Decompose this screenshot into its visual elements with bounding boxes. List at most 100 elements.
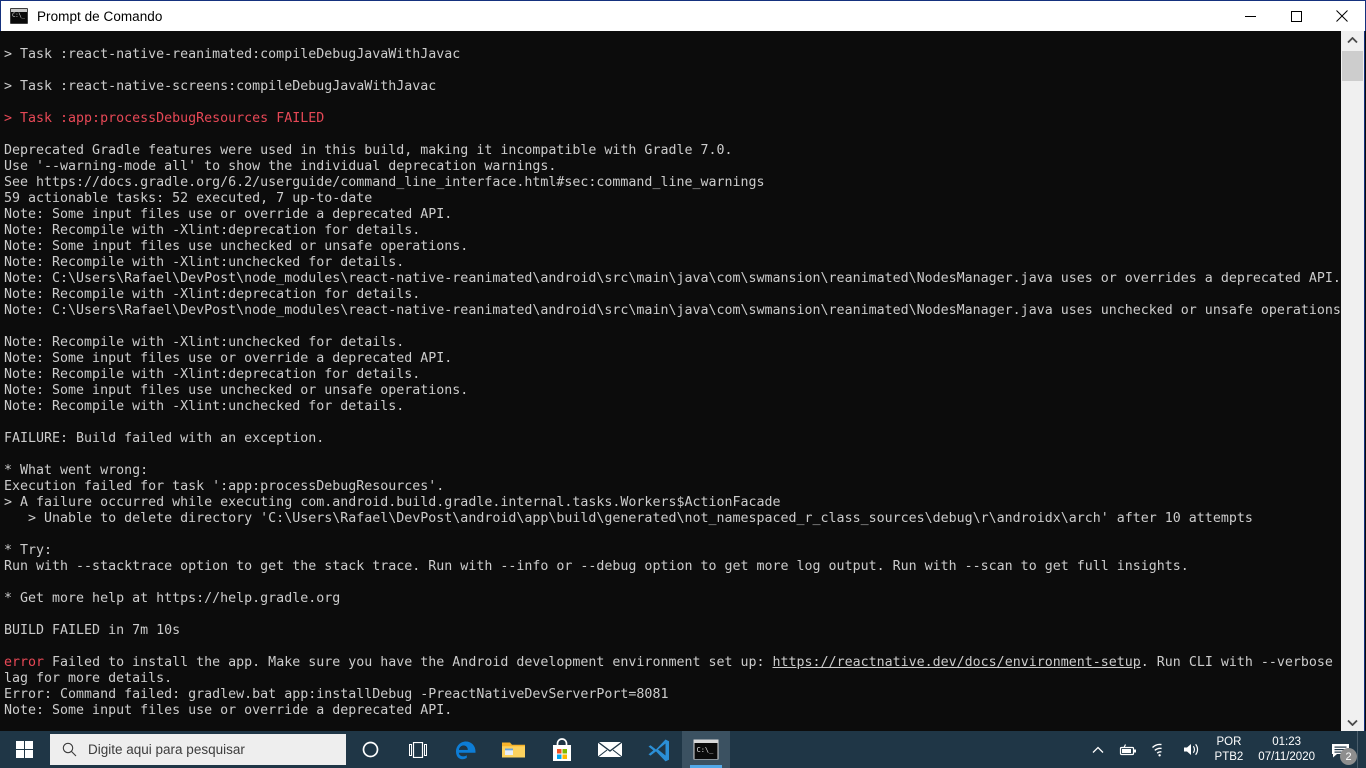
console-line: Note: Recompile with -Xlint:deprecation …	[4, 367, 421, 382]
console-line: > Task :react-native-screens:compileDebu…	[4, 79, 437, 94]
clock-time: 01:23	[1272, 735, 1302, 748]
console-line: Note: Recompile with -Xlint:unchecked fo…	[4, 255, 405, 270]
console-line: Execution failed for task ':app:processD…	[4, 479, 445, 494]
notification-count-badge: 2	[1340, 748, 1357, 765]
console-line: * Get more help at https://help.gradle.o…	[4, 591, 341, 606]
console-line: Note: Some input files use or override a…	[4, 703, 453, 718]
console-text: . Run CLI with --verbose f	[1140, 655, 1341, 670]
edge-icon	[456, 741, 476, 759]
task-view-button[interactable]	[394, 731, 442, 768]
console-line: Note: Recompile with -Xlint:unchecked fo…	[4, 335, 405, 350]
taskbar: Digite aqui para pesquisar C:\_ POR PTB2…	[0, 731, 1366, 768]
console-line: Note: Some input files use or override a…	[4, 207, 453, 222]
network-button[interactable]	[1144, 731, 1176, 768]
console-scrollbar[interactable]	[1341, 31, 1365, 731]
search-icon	[62, 742, 77, 757]
console-line: Error: Command failed: gradlew.bat app:i…	[4, 687, 669, 702]
scroll-down-arrow-icon	[1347, 719, 1358, 726]
show-hidden-icons-button[interactable]	[1085, 731, 1111, 768]
file-explorer-button[interactable]	[490, 731, 538, 768]
folder-icon	[502, 742, 525, 758]
search-placeholder: Digite aqui para pesquisar	[88, 742, 245, 757]
desktop-screen: C:\_ Prompt de Comando > Task :react-nat…	[0, 0, 1366, 768]
scroll-up-button[interactable]	[1341, 31, 1364, 49]
command-prompt-button[interactable]: C:\_	[682, 731, 730, 768]
console-line: BUILD FAILED in 7m 10s	[4, 623, 181, 638]
console-lines: > Task :react-native-reanimated:compileD…	[4, 31, 1341, 719]
mail-icon	[597, 741, 623, 758]
console-output-area[interactable]: > Task :react-native-reanimated:compileD…	[1, 31, 1341, 731]
console-icon: C:\_	[10, 8, 28, 24]
console-text: error	[4, 655, 45, 670]
console-line: * What went wrong:	[4, 463, 149, 478]
console-line: Note: Recompile with -Xlint:deprecation …	[4, 287, 421, 302]
volume-button[interactable]	[1176, 731, 1208, 768]
console-text: > Task :app:processDebugResources	[4, 111, 277, 126]
language-line-1: POR	[1216, 735, 1242, 748]
scroll-up-arrow-icon	[1347, 36, 1358, 43]
console-line: error Failed to install the app. Make su…	[4, 655, 1341, 671]
search-input[interactable]: Digite aqui para pesquisar	[50, 734, 346, 765]
console-text: FAILED	[276, 111, 325, 126]
console-line: * Try:	[4, 543, 53, 558]
battery-button[interactable]	[1111, 731, 1144, 768]
store-icon	[553, 737, 571, 761]
minimize-button[interactable]	[1227, 1, 1273, 31]
console-line: > A failure occurred while executing com…	[4, 495, 781, 510]
wifi-icon	[1151, 743, 1162, 756]
console-line: 59 actionable tasks: 52 executed, 7 up-t…	[4, 191, 373, 206]
console-line: Run with --stacktrace option to get the …	[4, 559, 1189, 574]
clock[interactable]: 01:23 07/11/2020	[1250, 731, 1323, 768]
scrollbar-thumb[interactable]	[1342, 51, 1363, 81]
show-desktop-button[interactable]	[1357, 731, 1366, 768]
clock-date: 07/11/2020	[1258, 750, 1315, 763]
vscode-icon	[648, 739, 669, 762]
console-line: > Task :app:processDebugResources FAILED	[4, 111, 1341, 127]
console-line: Use '--warning-mode all' to show the ind…	[4, 159, 557, 174]
cortana-button[interactable]	[346, 731, 394, 768]
vscode-button[interactable]	[634, 731, 682, 768]
scroll-down-button[interactable]	[1341, 713, 1364, 731]
circle-icon	[362, 741, 378, 758]
window-title-bar[interactable]: C:\_ Prompt de Comando	[0, 0, 1366, 31]
console-line: Note: Recompile with -Xlint:unchecked fo…	[4, 399, 405, 414]
close-button[interactable]	[1319, 1, 1365, 31]
console-line: Note: C:\Users\Rafael\DevPost\node_modul…	[4, 271, 1341, 286]
console-icon: C:\_	[693, 739, 719, 760]
minimize-icon	[1244, 15, 1256, 17]
microsoft-store-button[interactable]	[538, 731, 586, 768]
console-line: See https://docs.gradle.org/6.2/userguid…	[4, 175, 765, 190]
console-line: Deprecated Gradle features were used in …	[4, 143, 733, 158]
language-indicator[interactable]: POR PTB2	[1208, 731, 1251, 768]
notifications-button[interactable]: 2	[1323, 731, 1357, 768]
console-link[interactable]: https://reactnative.dev/docs/environment…	[773, 655, 1141, 670]
battery-icon	[1119, 743, 1136, 755]
console-text: Failed to install the app. Make sure you…	[44, 655, 773, 670]
start-button[interactable]	[0, 731, 48, 768]
console-line: Note: Some input files use unchecked or …	[4, 239, 469, 254]
console-line: FAILURE: Build failed with an exception.	[4, 431, 325, 446]
maximize-button[interactable]	[1273, 1, 1319, 31]
close-icon	[1336, 10, 1348, 22]
mail-button[interactable]	[586, 731, 634, 768]
console-line: lag for more details.	[4, 671, 173, 686]
window-title: Prompt de Comando	[37, 8, 163, 24]
system-tray: POR PTB2 01:23 07/11/2020 2	[1085, 731, 1366, 768]
windows-logo-icon	[15, 741, 33, 758]
svg-text:C:\_: C:\_	[697, 746, 715, 754]
chevron-up-icon	[1092, 746, 1103, 753]
edge-button[interactable]	[442, 731, 490, 768]
console-line: > Unable to delete directory 'C:\Users\R…	[4, 511, 1253, 526]
maximize-icon	[1290, 10, 1302, 22]
